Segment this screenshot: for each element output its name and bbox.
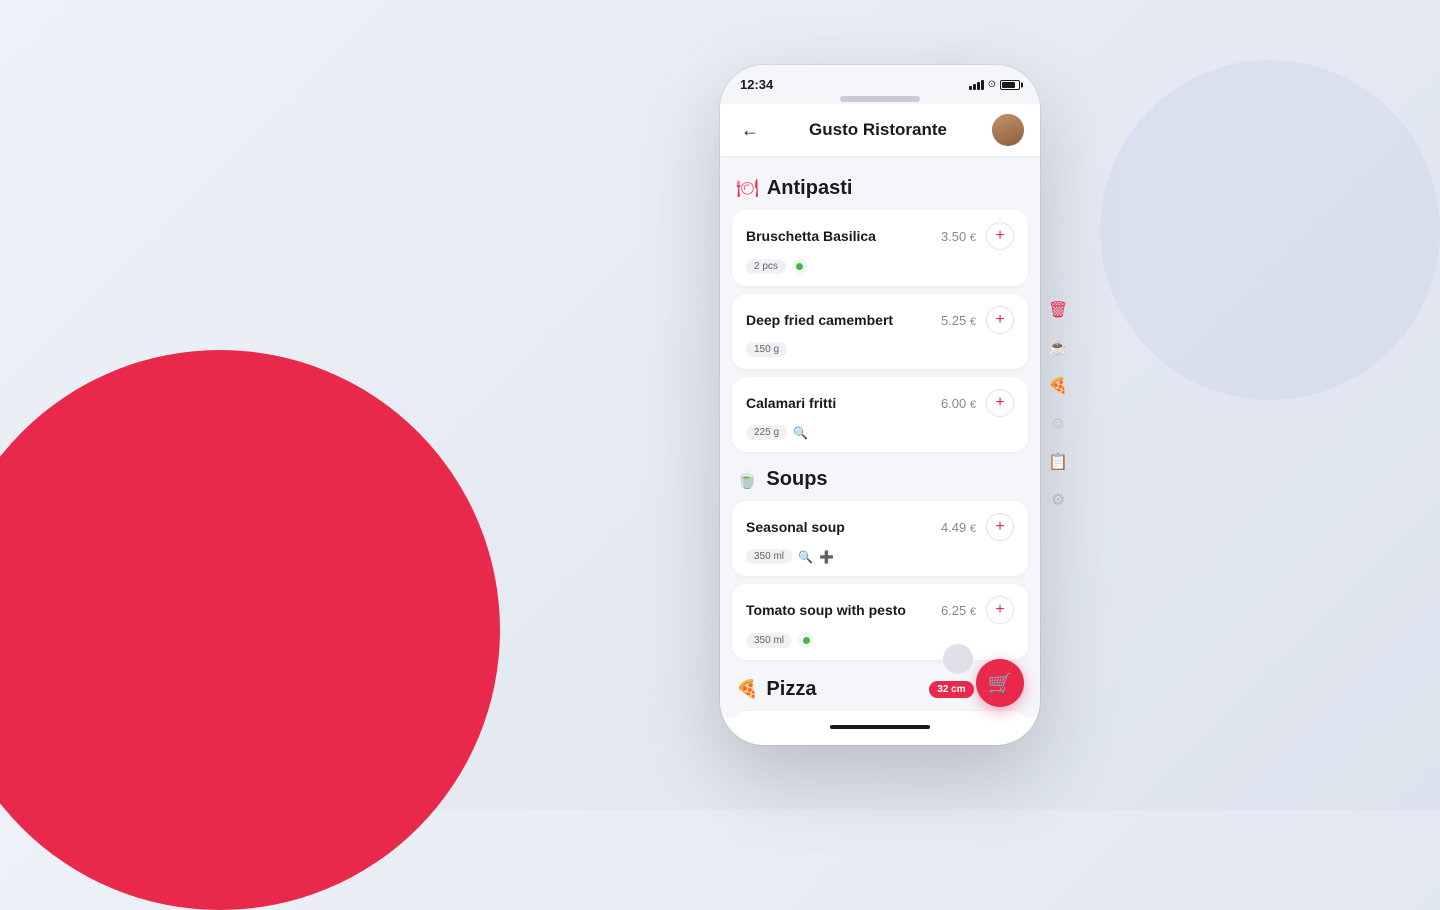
item-name-camembert: Deep fried camembert — [746, 312, 941, 328]
bruschetta-tags: 2 pcs — [746, 258, 1014, 274]
status-bar: 12:34 ⊙ — [720, 65, 1040, 96]
section-soups-header: 🍵 Soups — [720, 460, 1040, 501]
pizza-nav-icon: 🍕 — [1048, 376, 1068, 396]
menu-item-calamari: Calamari fritti 6.00 € + 225 g 🔍 — [732, 377, 1028, 452]
phone-screen: 12:34 ⊙ ← Gusto Rist — [720, 65, 1040, 745]
notch-pill — [840, 96, 920, 102]
allergen-icon: 🔍 — [793, 426, 808, 440]
item-price-camembert: 5.25 € — [941, 313, 976, 328]
plus-icon: + — [995, 228, 1004, 244]
plus-icon: + — [995, 395, 1004, 411]
menu-item-camembert: Deep fried camembert 5.25 € + 150 g — [732, 294, 1028, 369]
tag-150g: 150 g — [746, 342, 787, 357]
back-button[interactable]: ← — [736, 116, 764, 144]
tomato-soup-tags: 350 ml — [746, 632, 1014, 648]
add-bruschetta-button[interactable]: + — [986, 222, 1014, 250]
notch-area — [720, 96, 1040, 104]
drinks-icon: ☕ — [1048, 338, 1068, 358]
item-name-seasonal-soup: Seasonal soup — [746, 519, 941, 535]
phone-mockup: 12:34 ⊙ ← Gusto Rist — [720, 65, 1040, 745]
status-icons: ⊙ — [969, 79, 1020, 90]
side-nav-pizza[interactable]: 🍕 — [1046, 374, 1070, 398]
plus-icon: + — [995, 312, 1004, 328]
side-navigation: 🗑 ☕ 🍕 ☺ 📋 ⚙ — [1046, 298, 1070, 512]
soups-icon: 🍵 — [736, 469, 758, 490]
plus-icon: + — [995, 602, 1004, 618]
item-price-calamari: 6.00 € — [941, 396, 976, 411]
section-antipasti-header: 🍽 Antipasti — [720, 169, 1040, 210]
calamari-tags: 225 g 🔍 — [746, 425, 1014, 440]
extra-icon: ➕ — [819, 550, 834, 564]
wifi-icon: ⊙ — [988, 79, 996, 90]
tag-225g: 225 g — [746, 425, 787, 440]
plus-icon: + — [995, 519, 1004, 535]
camembert-tags: 150 g — [746, 342, 1014, 357]
antipasti-title: Antipasti — [767, 177, 853, 200]
signal-icon — [969, 80, 984, 90]
item-price-seasonal-soup: 4.49 € — [941, 520, 976, 535]
bg-circle-right — [1100, 60, 1440, 400]
item-name-tomato-soup: Tomato soup with pesto — [746, 602, 941, 618]
tag-350ml: 350 ml — [746, 549, 792, 564]
drag-handle — [943, 644, 973, 674]
cart-fab-button[interactable]: 🛒 — [976, 659, 1024, 707]
side-nav-smile[interactable]: ☺ — [1046, 412, 1070, 436]
avatar-image — [992, 114, 1024, 146]
add-camembert-button[interactable]: + — [986, 306, 1014, 334]
list-icon: 📋 — [1048, 452, 1068, 472]
back-arrow-icon: ← — [741, 120, 759, 141]
side-nav-delete[interactable]: 🗑 — [1046, 298, 1070, 322]
settings-icon: ⚙ — [1051, 490, 1065, 510]
antipasti-icon: 🍽 — [736, 178, 759, 199]
battery-icon — [1000, 80, 1020, 90]
smile-icon: ☺ — [1050, 415, 1066, 433]
veg-indicator — [792, 258, 808, 274]
pizza-title: Pizza — [766, 678, 816, 701]
tag-2pcs: 2 pcs — [746, 259, 786, 274]
side-nav-settings[interactable]: ⚙ — [1046, 488, 1070, 512]
home-indicator — [830, 725, 930, 729]
delete-icon: 🗑 — [1048, 300, 1068, 320]
app-title: Gusto Ristorante — [809, 120, 947, 140]
tag-350ml-2: 350 ml — [746, 633, 792, 648]
allergen-icon: 🔍 — [798, 550, 813, 564]
add-tomato-soup-button[interactable]: + — [986, 596, 1014, 624]
menu-item-bruschetta: Bruschetta Basilica 3.50 € + 2 pcs — [732, 210, 1028, 286]
item-price-tomato-soup: 6.25 € — [941, 603, 976, 618]
seasonal-soup-tags: 350 ml 🔍 ➕ — [746, 549, 1014, 564]
pizza-size-32[interactable]: 32 cm — [929, 681, 973, 698]
menu-item-tomato-soup: Tomato soup with pesto 6.25 € + 350 ml — [732, 584, 1028, 660]
item-price-bruschetta: 3.50 € — [941, 229, 976, 244]
veg-indicator-2 — [798, 632, 814, 648]
bottom-bar — [720, 717, 1040, 745]
item-name-calamari: Calamari fritti — [746, 395, 941, 411]
add-calamari-button[interactable]: + — [986, 389, 1014, 417]
item-name-bruschetta: Bruschetta Basilica — [746, 228, 941, 244]
cart-icon: 🛒 — [988, 671, 1013, 696]
bg-circle-left — [0, 350, 500, 910]
pizza-icon: 🍕 — [736, 679, 758, 700]
side-nav-list[interactable]: 📋 — [1046, 450, 1070, 474]
avatar[interactable] — [992, 114, 1024, 146]
side-nav-drinks[interactable]: ☕ — [1046, 336, 1070, 360]
status-time: 12:34 — [740, 77, 773, 92]
soups-title: Soups — [766, 468, 827, 491]
menu-content: 🍽 Antipasti Bruschetta Basilica 3.50 € +… — [720, 157, 1040, 717]
menu-item-seasonal-soup: Seasonal soup 4.49 € + 350 ml 🔍 ➕ — [732, 501, 1028, 576]
add-seasonal-soup-button[interactable]: + — [986, 513, 1014, 541]
app-header: ← Gusto Ristorante — [720, 104, 1040, 157]
